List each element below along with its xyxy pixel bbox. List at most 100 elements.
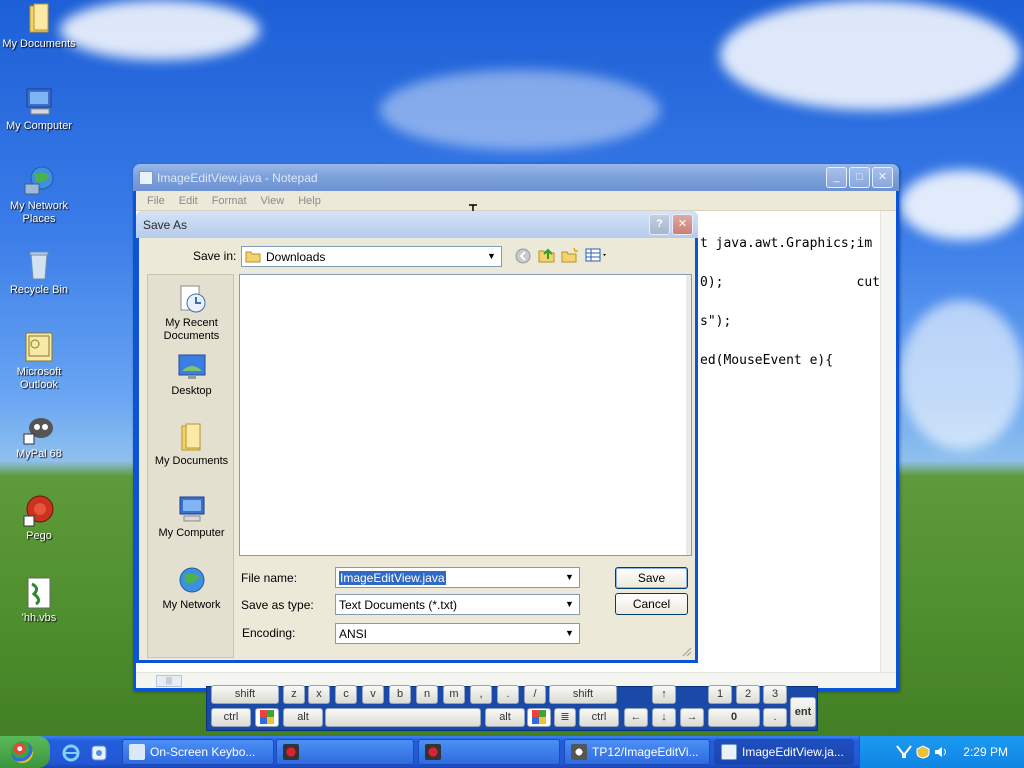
save-button[interactable]: Save [615,567,688,589]
taskbar-button-browser[interactable]: TP12/ImageEditVi... [564,739,710,765]
desktop-icon-label: MyPal 68 [16,448,62,460]
desktop-icon-my-documents[interactable]: My Documents [0,2,78,51]
file-name-input[interactable]: ImageEditView.java ▼ [335,567,580,588]
menu-help[interactable]: Help [291,195,328,207]
key-m[interactable]: m [443,685,465,704]
desktop-icon-my-network[interactable]: My Network Places [0,164,78,226]
text-line: ed(MouseEvent e){ [700,353,834,368]
vertical-scrollbar[interactable] [880,211,896,672]
network-icon [24,166,54,195]
quick-launch-icon[interactable] [90,744,108,762]
windows-logo-icon [11,741,33,763]
desktop-icon-hh-vbs[interactable]: 'hh.vbs [0,576,78,625]
key-enter[interactable]: ent [790,697,816,727]
minimize-button[interactable]: _ [826,167,847,188]
key-z[interactable]: z [283,685,305,704]
key-arrow-right[interactable]: → [680,708,704,727]
network-tray-icon[interactable] [896,745,912,759]
taskbar-button-notepad[interactable]: ImageEditView.ja... [714,739,854,765]
app-icon [425,744,441,760]
scrollbar-thumb[interactable]: ||| [156,675,182,687]
menu-format[interactable]: Format [205,195,254,207]
key-b[interactable]: b [389,685,411,704]
key-slash[interactable]: / [524,685,546,704]
place-my-documents[interactable]: My Documents [148,421,235,468]
desktop-icon-recycle-bin[interactable]: Recycle Bin [0,248,78,297]
mypal-icon [23,418,53,445]
resize-grip-icon[interactable] [681,646,692,657]
encoding-dropdown[interactable]: ANSI ▼ [335,623,580,644]
dialog-titlebar[interactable]: Save As [136,211,698,238]
key-c[interactable]: c [335,685,357,704]
file-list[interactable] [239,274,692,556]
volume-tray-icon[interactable] [934,745,948,759]
start-button[interactable] [0,736,50,768]
taskbar-button-osk[interactable]: On-Screen Keybo... [122,739,274,765]
key-num-3[interactable]: 3 [763,685,787,704]
key-num-1[interactable]: 1 [708,685,732,704]
taskbar-button-app[interactable] [418,739,560,765]
menu-view[interactable]: View [254,195,292,207]
chevron-down-icon[interactable]: ▼ [562,570,577,585]
key-x[interactable]: x [308,685,330,704]
key-windows-left[interactable] [255,708,279,727]
notepad-menubar: File Edit Format View Help [136,191,896,211]
place-recent-documents[interactable]: My Recent Documents [148,283,235,343]
file-list-scrollbar[interactable] [686,275,691,555]
desktop-icon-label: Recycle Bin [9,284,69,296]
key-alt-right[interactable]: alt [485,708,525,727]
cancel-button[interactable]: Cancel [615,593,688,615]
key-menu[interactable]: ≣ [554,708,576,727]
help-button[interactable]: ? [649,214,670,235]
chevron-down-icon: ▼ [565,599,574,609]
desktop-icon-outlook[interactable]: Microsoft Outlook [0,330,78,392]
desktop-icon [178,354,205,379]
back-icon[interactable] [515,248,533,264]
internet-explorer-icon[interactable] [62,744,80,762]
key-period[interactable]: . [497,685,519,704]
key-num-2[interactable]: 2 [736,685,760,704]
key-arrow-left[interactable]: ← [624,708,648,727]
key-windows-right[interactable] [527,708,551,727]
desktop-icon-mypal[interactable]: MyPal 68 [0,412,78,461]
save-in-dropdown[interactable]: Downloads ▼ [241,246,502,267]
maximize-button[interactable]: □ [849,167,870,188]
menu-edit[interactable]: Edit [172,195,205,207]
key-num-decimal[interactable]: . [763,708,787,727]
notepad-titlebar[interactable]: ImageEditView.java - Notepad [133,164,899,191]
save-as-type-dropdown[interactable]: Text Documents (*.txt) ▼ [335,594,580,615]
key-v[interactable]: v [362,685,384,704]
close-button[interactable]: ✕ [872,167,893,188]
desktop-icon-my-computer[interactable]: My Computer [0,84,78,133]
place-my-computer[interactable]: My Computer [148,493,235,540]
new-folder-icon[interactable] [561,247,579,263]
key-alt-left[interactable]: alt [283,708,323,727]
dialog-title: Save As [143,217,188,232]
pego-icon [23,495,54,527]
taskbar-button-app[interactable] [276,739,414,765]
save-as-type-value: Text Documents (*.txt) [339,597,458,612]
view-menu-icon[interactable] [585,247,609,263]
key-space[interactable] [325,708,481,727]
notepad-title: ImageEditView.java - Notepad [157,170,318,185]
windows-logo-icon [260,710,274,724]
menu-file[interactable]: File [140,195,172,207]
key-shift-left[interactable]: shift [211,685,279,704]
up-folder-icon[interactable] [538,247,556,263]
key-n[interactable]: n [416,685,438,704]
key-num-0[interactable]: 0 [708,708,760,727]
clock[interactable]: 2:29 PM [963,745,1008,759]
key-shift-right[interactable]: shift [549,685,617,704]
key-arrow-down[interactable]: ↓ [652,708,676,727]
desktop-icon-pego[interactable]: Pego [0,494,78,543]
key-arrow-up[interactable]: ↑ [652,685,676,704]
place-my-network[interactable]: My Network [148,565,235,612]
security-tray-icon[interactable] [916,745,930,759]
key-comma[interactable]: , [470,685,492,704]
computer-icon [26,88,52,115]
key-ctrl-right[interactable]: ctrl [579,708,619,727]
key-ctrl-left[interactable]: ctrl [211,708,251,727]
dialog-close-button[interactable]: ✕ [672,214,693,235]
place-desktop[interactable]: Desktop [148,351,235,398]
browser-icon [571,744,587,760]
